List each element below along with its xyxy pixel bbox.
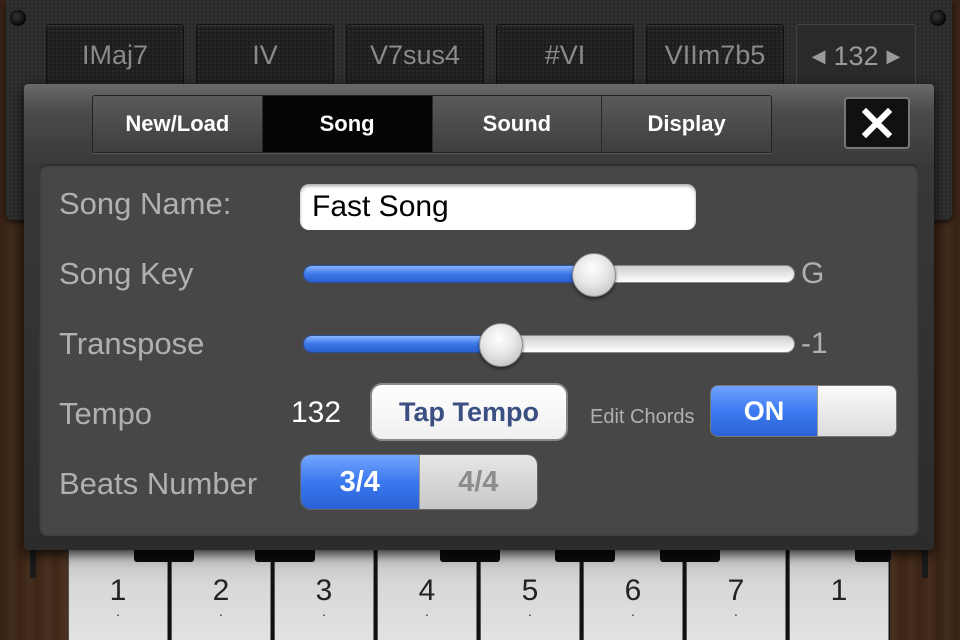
song-key-value: G [801,257,825,290]
tempo-stepper-value: 132 [833,40,879,71]
keyboard-key-2[interactable]: 2. [171,550,271,640]
black-key [855,550,891,562]
beats-option-4-4[interactable]: 4/4 [418,455,537,509]
keyboard-key-1[interactable]: 1. [68,550,168,640]
keyboard-key-7[interactable]: 7. [686,550,786,640]
screw-icon [10,10,26,26]
screw-icon [930,10,946,26]
chord-button-4[interactable]: #VI [496,24,634,88]
keyboard-key-4[interactable]: 4. [377,550,477,640]
chord-keyboard: 1. 2. 3. 4. 5. 6. 7. 1 [68,550,890,640]
edit-chords-label: Edit Chords [590,406,695,428]
toggle-knob [817,386,896,436]
keyboard-key-6[interactable]: 6. [583,550,683,640]
black-key [255,550,315,562]
song-name-label: Song Name: [59,186,232,221]
close-x-icon [862,108,892,138]
transpose-label: Transpose [59,326,205,361]
chord-button-3[interactable]: V7sus4 [346,24,484,88]
slider-thumb[interactable] [478,323,523,367]
close-button[interactable] [844,97,910,149]
song-key-label: Song Key [59,256,194,291]
settings-panel: New/Load Song Sound Display Song Name: S… [24,84,934,550]
transpose-value: -1 [801,327,828,360]
keyboard-key-3[interactable]: 3. [274,550,374,640]
keyboard-key-8[interactable]: 1 [789,550,889,640]
toggle-on-label: ON [711,386,817,436]
panel-leg [30,548,36,578]
black-key [134,550,194,562]
tempo-stepper[interactable]: ◀ 132 ▶ [796,24,916,88]
tab-new-load[interactable]: New/Load [93,96,263,152]
chord-button-1[interactable]: IMaj7 [46,24,184,88]
tempo-label: Tempo [59,396,153,431]
slider-fill [303,335,500,353]
song-name-input[interactable] [300,184,696,230]
song-settings-body: Song Name: Song Key G Transpose -1 Tempo… [39,164,919,536]
transpose-slider[interactable] [303,323,795,367]
black-key [555,550,615,562]
key-label: 1 [830,574,848,607]
slider-fill [303,265,594,283]
settings-tabs: New/Load Song Sound Display [92,95,772,153]
black-key [440,550,500,562]
tab-display[interactable]: Display [602,96,771,152]
chord-button-2[interactable]: IV [196,24,334,88]
black-key [660,550,720,562]
tab-sound[interactable]: Sound [432,96,603,152]
triangle-right-icon[interactable]: ▶ [887,46,901,67]
beats-segmented-control: 3/4 4/4 [300,454,538,510]
beats-number-label: Beats Number [59,466,258,501]
tempo-value: 132 [291,396,342,429]
tap-tempo-button[interactable]: Tap Tempo [370,383,568,441]
keyboard-key-5[interactable]: 5. [480,550,580,640]
chord-button-5[interactable]: VIIm7b5 [646,24,784,88]
beats-option-3-4[interactable]: 3/4 [301,455,419,509]
slider-thumb[interactable] [572,253,617,297]
panel-leg [922,548,928,578]
triangle-left-icon[interactable]: ◀ [812,46,826,67]
song-key-slider[interactable] [303,253,795,297]
tab-song[interactable]: Song [262,96,433,152]
settings-header: New/Load Song Sound Display [24,84,934,164]
edit-chords-toggle[interactable]: ON [710,385,897,437]
